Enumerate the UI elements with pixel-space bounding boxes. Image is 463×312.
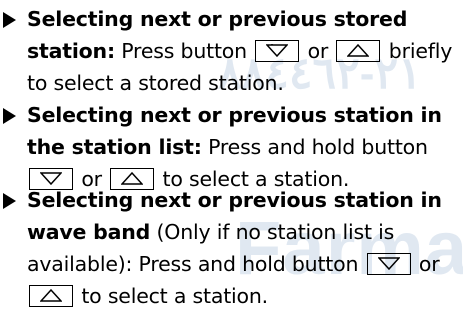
instruction-text: Selecting next or previous station in wa… [27,184,463,312]
instruction-text-or: or [412,252,440,276]
down-arrow-button-icon [255,40,300,62]
instruction-item-station-list: Selecting next or previous station in th… [0,99,463,195]
instruction-text-part: Press button [114,39,254,63]
bullet-arrow-icon [3,12,16,28]
instruction-item-stored-station: Selecting next or previous stored statio… [0,3,463,99]
up-arrow-button-icon [336,40,381,62]
instruction-text-part: Press and hold button [201,135,428,159]
instruction-text-part: to select a station. [75,284,268,308]
instruction-item-wave-band: Selecting next or previous station in wa… [0,184,463,312]
up-arrow-button-icon [29,285,73,307]
instruction-text: Selecting next or previous station in th… [27,99,463,195]
down-arrow-button-icon [366,253,411,275]
bullet-arrow-icon [3,108,16,124]
instruction-text-or: or [301,39,335,63]
instruction-text: Selecting next or previous stored statio… [27,3,463,99]
bullet-arrow-icon [3,193,16,209]
